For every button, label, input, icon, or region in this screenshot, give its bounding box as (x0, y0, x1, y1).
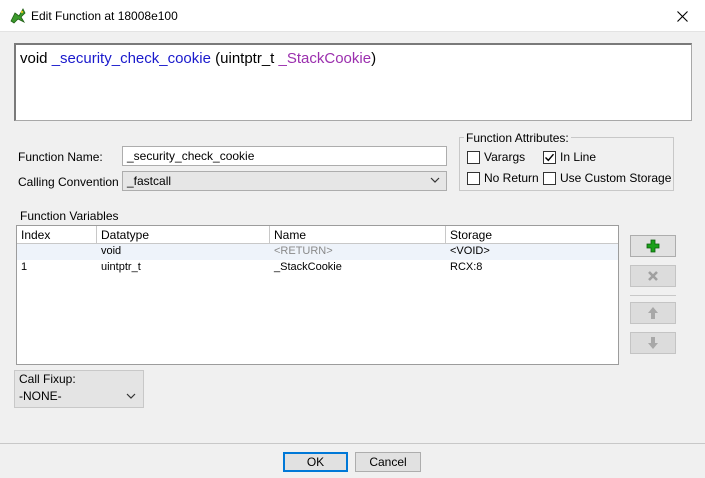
signature-editor[interactable]: void _security_check_cookie (uintptr_t _… (14, 43, 692, 121)
custom-storage-label: Use Custom Storage (560, 171, 672, 185)
column-header-datatype[interactable]: Datatype (97, 226, 270, 243)
calling-convention-value: _fastcall (127, 174, 172, 188)
checkmark-icon (545, 153, 555, 161)
close-icon (677, 10, 688, 22)
no-return-checkbox-box (467, 171, 480, 185)
move-down-button[interactable] (630, 332, 676, 354)
ok-button[interactable]: OK (283, 452, 348, 472)
chevron-down-icon (126, 393, 136, 399)
inline-label: In Line (560, 150, 597, 164)
chevron-down-icon (430, 177, 440, 183)
arrow-up-icon (648, 307, 658, 319)
varargs-label: Varargs (484, 150, 526, 164)
column-header-name[interactable]: Name (270, 226, 446, 243)
custom-storage-checkbox-box (543, 171, 556, 185)
no-return-checkbox[interactable]: No Return (467, 171, 539, 185)
inline-checkbox-box (543, 150, 556, 164)
cell-storage: RCX:8 (450, 261, 483, 273)
delete-variable-button[interactable] (630, 265, 676, 287)
function-attributes-legend: Function Attributes: (464, 131, 571, 145)
function-name-input[interactable]: _security_check_cookie (122, 146, 447, 166)
custom-storage-checkbox[interactable]: Use Custom Storage (543, 171, 671, 185)
cell-name: <RETURN> (274, 245, 333, 257)
no-return-label: No Return (484, 171, 539, 185)
call-fixup-legend: Call Fixup: (19, 372, 76, 386)
table-header: Index Datatype Name Storage (17, 226, 618, 244)
column-header-storage[interactable]: Storage (446, 226, 618, 243)
arrow-down-icon (648, 337, 658, 349)
cancel-button[interactable]: Cancel (355, 452, 421, 472)
signature-return-type: void (20, 50, 48, 67)
function-variables-table[interactable]: Index Datatype Name Storage void <RETURN… (16, 225, 619, 365)
footer-separator (0, 443, 705, 444)
add-variable-button[interactable] (630, 235, 676, 257)
varargs-checkbox-box (467, 150, 480, 164)
signature-param-name: _StackCookie (278, 50, 372, 67)
table-row[interactable]: void <RETURN> <VOID> (17, 244, 618, 260)
title-bar: Edit Function at 18008e100 (0, 0, 705, 32)
function-variables-label: Function Variables (20, 209, 119, 223)
call-fixup-value: -NONE- (19, 389, 62, 403)
cell-index: 1 (21, 261, 28, 273)
signature-param-type: uintptr_t (220, 50, 275, 67)
move-up-button[interactable] (630, 302, 676, 324)
add-icon (646, 239, 660, 253)
varargs-checkbox[interactable]: Varargs (467, 150, 525, 164)
close-button[interactable] (660, 0, 705, 32)
table-row[interactable]: 1 uintptr_t _StackCookie RCX:8 (17, 260, 618, 276)
function-name-label: Function Name: (18, 150, 103, 164)
inline-checkbox[interactable]: In Line (543, 150, 596, 164)
side-separator (630, 295, 676, 296)
column-header-index[interactable]: Index (17, 226, 97, 243)
cell-storage: <VOID> (450, 245, 490, 257)
calling-convention-select[interactable]: _fastcall (122, 171, 447, 191)
cell-datatype: uintptr_t (101, 261, 141, 273)
cell-datatype: void (101, 245, 122, 257)
signature-function-name: _security_check_cookie (51, 50, 211, 67)
dragon-app-icon (10, 8, 26, 24)
window-title: Edit Function at 18008e100 (31, 9, 178, 23)
cell-index (17, 244, 97, 260)
signature-close-paren: ) (371, 50, 377, 67)
delete-icon (648, 271, 658, 281)
cell-name: _StackCookie (274, 261, 342, 273)
calling-convention-label: Calling Convention (18, 175, 119, 189)
